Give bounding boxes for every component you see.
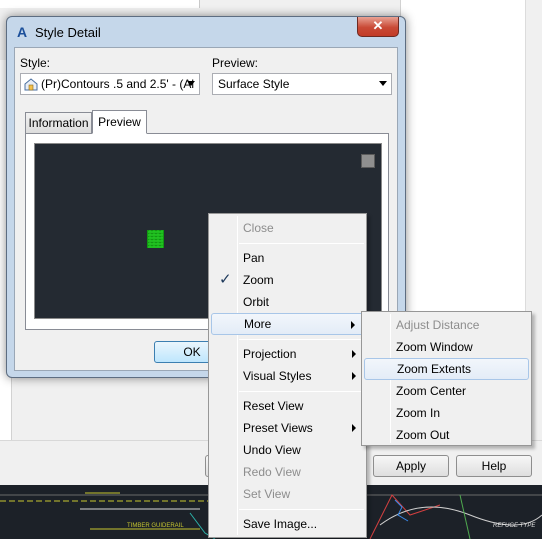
menu-item-save-image[interactable]: Save Image... — [211, 513, 364, 535]
style-dropdown[interactable]: (Pr)Contours .5 and 2.5' - (Al — [20, 73, 200, 95]
autocad-a-icon: A — [16, 24, 28, 40]
menu-item-pan[interactable]: Pan — [211, 247, 364, 269]
style-label: Style: — [20, 56, 51, 70]
submenu-arrow-icon — [352, 350, 356, 358]
menu-item-more-label: More — [244, 317, 272, 331]
apply-button[interactable]: Apply — [373, 455, 449, 477]
chevron-down-icon — [379, 81, 387, 86]
submenu-item-adjust-distance[interactable]: Adjust Distance — [364, 314, 529, 336]
menu-item-redo-view[interactable]: Redo View — [211, 461, 364, 483]
submenu-item-zoom-out[interactable]: Zoom Out — [364, 424, 529, 446]
style-dropdown-value: (Pr)Contours .5 and 2.5' - (Al — [41, 77, 195, 91]
close-button[interactable]: ✕ — [357, 17, 399, 37]
submenu-arrow-icon — [352, 372, 356, 380]
preview-dropdown-value: Surface Style — [218, 77, 290, 91]
close-icon: ✕ — [372, 18, 384, 33]
menu-item-set-view[interactable]: Set View — [211, 483, 364, 505]
chevron-down-icon — [187, 81, 195, 86]
submenu-item-zoom-extents[interactable]: Zoom Extents — [364, 358, 529, 380]
dialog-title-bar[interactable]: A Style Detail ✕ — [7, 17, 405, 47]
menu-item-zoom[interactable]: ✓ Zoom — [211, 269, 364, 291]
tab-preview[interactable]: Preview — [92, 110, 147, 134]
background-panel-top — [0, 0, 200, 8]
menu-item-visual-styles-label: Visual Styles — [243, 369, 312, 383]
menu-item-more[interactable]: More — [211, 313, 364, 335]
menu-item-undo-view[interactable]: Undo View — [211, 439, 364, 461]
surface-style-icon — [24, 78, 38, 91]
preview-label: Preview: — [212, 56, 259, 70]
menu-item-visual-styles[interactable]: Visual Styles — [211, 365, 364, 387]
more-submenu: Adjust Distance Zoom Window Zoom Extents… — [361, 311, 532, 446]
menu-separator — [239, 391, 364, 392]
menu-separator — [239, 339, 364, 340]
menu-item-orbit[interactable]: Orbit — [211, 291, 364, 313]
cad-label-refuge: REFUGE TYPE — [493, 523, 536, 529]
help-button[interactable]: Help — [456, 455, 532, 477]
dialog-title: Style Detail — [35, 25, 101, 40]
surface-preview-graphic — [147, 230, 164, 248]
menu-item-close[interactable]: Close — [211, 217, 364, 239]
cad-label-guiderail: TIMBER GUIDERAIL — [127, 523, 184, 529]
menu-item-preset-views-label: Preset Views — [243, 421, 313, 435]
tab-information[interactable]: Information — [25, 112, 92, 134]
viewcube-icon[interactable] — [361, 154, 375, 168]
menu-item-projection-label: Projection — [243, 347, 297, 361]
menu-separator — [239, 509, 364, 510]
submenu-item-zoom-window[interactable]: Zoom Window — [364, 336, 529, 358]
submenu-item-zoom-in[interactable]: Zoom In — [364, 402, 529, 424]
submenu-arrow-icon — [351, 321, 355, 329]
menu-separator — [239, 243, 364, 244]
submenu-arrow-icon — [352, 424, 356, 432]
preview-dropdown[interactable]: Surface Style — [212, 73, 392, 95]
menu-item-projection[interactable]: Projection — [211, 343, 364, 365]
menu-item-zoom-label: Zoom — [243, 273, 274, 287]
menu-item-reset-view[interactable]: Reset View — [211, 395, 364, 417]
menu-item-preset-views[interactable]: Preset Views — [211, 417, 364, 439]
viewport-context-menu: Close Pan ✓ Zoom Orbit More Projection V… — [208, 213, 367, 538]
submenu-item-zoom-center[interactable]: Zoom Center — [364, 380, 529, 402]
checkmark-icon: ✓ — [219, 271, 232, 288]
